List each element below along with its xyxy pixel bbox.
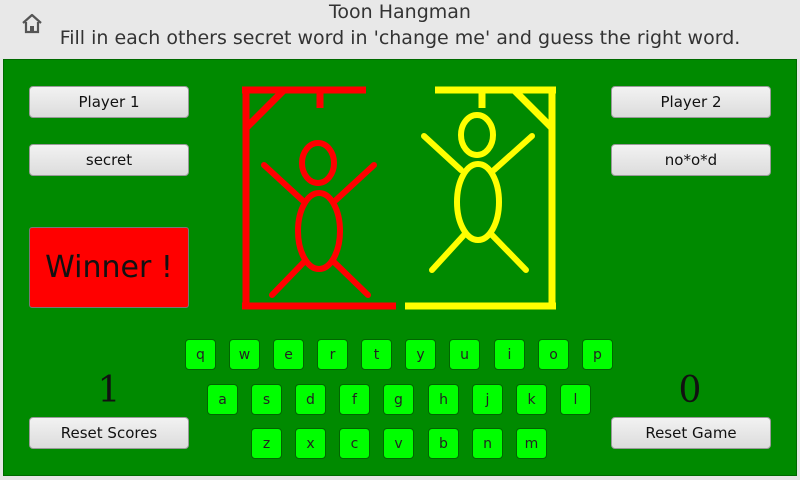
key-s[interactable]: s [251, 384, 282, 415]
key-g[interactable]: g [383, 384, 414, 415]
instructions-text: Fill in each others secret word in 'chan… [59, 27, 741, 49]
key-d[interactable]: d [295, 384, 326, 415]
player-2-gallows [405, 86, 556, 310]
key-w[interactable]: w [229, 339, 260, 370]
player-1-gallows [242, 86, 396, 310]
key-m[interactable]: m [516, 428, 547, 459]
key-o[interactable]: o [538, 339, 569, 370]
key-p[interactable]: p [582, 339, 613, 370]
reset-game-button[interactable]: Reset Game [611, 417, 771, 449]
key-f[interactable]: f [339, 384, 370, 415]
key-a[interactable]: a [207, 384, 238, 415]
game-board: Player 1 secret Winner ! Player 2 no*o*d [3, 59, 797, 476]
player-1-figure [261, 140, 377, 298]
key-j[interactable]: j [472, 384, 503, 415]
player-2-figure [421, 112, 535, 273]
key-v[interactable]: v [383, 428, 414, 459]
key-c[interactable]: c [339, 428, 370, 459]
key-e[interactable]: e [273, 339, 304, 370]
player-2-score: 0 [678, 370, 702, 411]
key-r[interactable]: r [317, 339, 348, 370]
player-1-score: 1 [97, 370, 121, 411]
key-l[interactable]: l [560, 384, 591, 415]
key-h[interactable]: h [428, 384, 459, 415]
header-bar: Toon Hangman Fill in each others secret … [0, 0, 800, 58]
key-y[interactable]: y [405, 339, 436, 370]
app-title: Toon Hangman [329, 1, 471, 23]
reset-scores-button[interactable]: Reset Scores [29, 417, 189, 449]
key-i[interactable]: i [494, 339, 525, 370]
key-q[interactable]: q [185, 339, 216, 370]
key-t[interactable]: t [361, 339, 392, 370]
key-u[interactable]: u [449, 339, 480, 370]
key-b[interactable]: b [428, 428, 459, 459]
key-z[interactable]: z [251, 428, 282, 459]
key-n[interactable]: n [472, 428, 503, 459]
key-k[interactable]: k [516, 384, 547, 415]
key-x[interactable]: x [295, 428, 326, 459]
